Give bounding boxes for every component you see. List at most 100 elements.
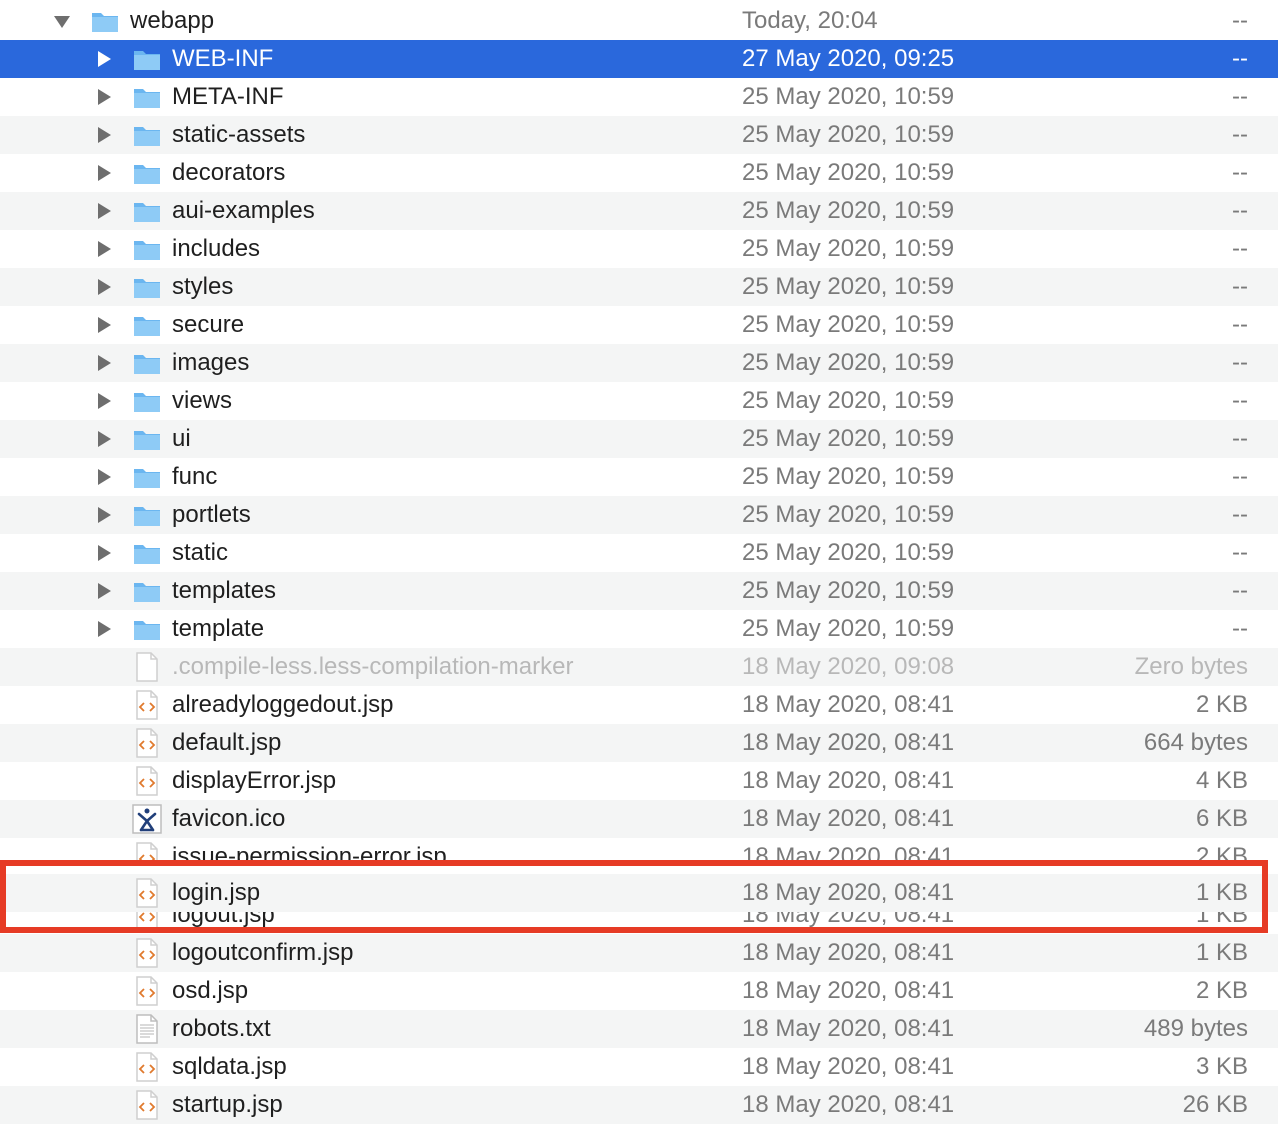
folder-row[interactable]: static 25 May 2020, 10:59 -- — [0, 534, 1278, 572]
folder-row[interactable]: templates 25 May 2020, 10:59 -- — [0, 572, 1278, 610]
date-modified: 25 May 2020, 10:59 — [742, 349, 955, 376]
folder-row[interactable]: images 25 May 2020, 10:59 -- — [0, 344, 1278, 382]
date-modified: 18 May 2020, 08:41 — [742, 1053, 955, 1080]
folder-row[interactable]: secure 25 May 2020, 10:59 -- — [0, 306, 1278, 344]
folder-icon — [132, 614, 162, 644]
disclosure-collapsed-icon[interactable] — [94, 467, 114, 487]
folder-row[interactable]: template 25 May 2020, 10:59 -- — [0, 610, 1278, 648]
file-row[interactable]: alreadyloggedout.jsp 18 May 2020, 08:41 … — [0, 686, 1278, 724]
jsp-file-icon — [134, 690, 164, 720]
file-row[interactable]: default.jsp 18 May 2020, 08:41 664 bytes — [0, 724, 1278, 762]
file-name: alreadyloggedout.jsp — [172, 691, 394, 718]
folder-icon — [132, 348, 162, 378]
disclosure-collapsed-icon[interactable] — [94, 543, 114, 563]
file-name: static — [172, 539, 229, 566]
folder-row[interactable]: WEB-INF 27 May 2020, 09:25 -- — [0, 40, 1278, 78]
file-row[interactable]: displayError.jsp 18 May 2020, 08:41 4 KB — [0, 762, 1278, 800]
date-modified: 25 May 2020, 10:59 — [742, 425, 955, 452]
file-row[interactable]: logout.jsp 18 May 2020, 08:41 1 KB — [0, 912, 1278, 934]
file-row[interactable]: favicon.ico 18 May 2020, 08:41 6 KB — [0, 800, 1278, 838]
file-name: static-assets — [172, 121, 306, 148]
file-row[interactable]: issue-permission-error.jsp 18 May 2020, … — [0, 838, 1278, 860]
disclosure-expanded-icon[interactable] — [52, 11, 72, 31]
folder-icon — [132, 196, 162, 226]
disclosure-collapsed-icon[interactable] — [94, 163, 114, 183]
file-name: includes — [172, 235, 261, 262]
folder-row[interactable]: func 25 May 2020, 10:59 -- — [0, 458, 1278, 496]
jsp-file-icon — [134, 1090, 164, 1120]
text-file-icon — [134, 1014, 164, 1044]
folder-row[interactable]: views 25 May 2020, 10:59 -- — [0, 382, 1278, 420]
date-modified: 18 May 2020, 09:08 — [742, 653, 955, 680]
date-modified: 25 May 2020, 10:59 — [742, 159, 955, 186]
jsp-file-icon — [134, 766, 164, 796]
disclosure-collapsed-icon[interactable] — [94, 353, 114, 373]
file-size: 3 KB — [1195, 1053, 1248, 1080]
disclosure-collapsed-icon[interactable] — [94, 315, 114, 335]
disclosure-collapsed-icon[interactable] — [94, 505, 114, 525]
date-modified: 18 May 2020, 08:41 — [742, 1091, 955, 1118]
disclosure-collapsed-icon[interactable] — [94, 277, 114, 297]
disclosure-collapsed-icon[interactable] — [94, 87, 114, 107]
folder-row[interactable]: portlets 25 May 2020, 10:59 -- — [0, 496, 1278, 534]
folder-icon — [132, 424, 162, 454]
file-size: 2 KB — [1195, 977, 1248, 1004]
file-name: styles — [172, 273, 234, 300]
jsp-file-icon — [134, 938, 164, 968]
folder-row[interactable]: static-assets 25 May 2020, 10:59 -- — [0, 116, 1278, 154]
jsp-file-icon — [134, 842, 164, 860]
folder-row[interactable]: decorators 25 May 2020, 10:59 -- — [0, 154, 1278, 192]
file-list: webapp Today, 20:04 -- WEB-INF 27 May 20… — [0, 2, 1278, 1124]
file-name: .compile-less.less-compilation-marker — [172, 653, 574, 680]
file-size: 664 bytes — [1143, 729, 1248, 756]
parent-folder-row[interactable]: webapp Today, 20:04 -- — [0, 2, 1278, 40]
file-size: -- — [1232, 121, 1248, 148]
file-row[interactable]: robots.txt 18 May 2020, 08:41 489 bytes — [0, 1010, 1278, 1048]
date-modified: 25 May 2020, 10:59 — [742, 539, 955, 566]
file-row[interactable]: .compile-less.less-compilation-marker 18… — [0, 648, 1278, 686]
folder-row[interactable]: includes 25 May 2020, 10:59 -- — [0, 230, 1278, 268]
folder-icon — [132, 272, 162, 302]
file-size: -- — [1232, 501, 1248, 528]
file-row[interactable]: logoutconfirm.jsp 18 May 2020, 08:41 1 K… — [0, 934, 1278, 972]
disclosure-collapsed-icon[interactable] — [94, 581, 114, 601]
file-row-highlighted[interactable]: login.jsp 18 May 2020, 08:41 1 KB — [0, 874, 1278, 912]
folder-row[interactable]: ui 25 May 2020, 10:59 -- — [0, 420, 1278, 458]
file-row[interactable]: sqldata.jsp 18 May 2020, 08:41 3 KB — [0, 1048, 1278, 1086]
date-modified: 18 May 2020, 08:41 — [742, 977, 955, 1004]
file-size: 1 KB — [1195, 879, 1248, 906]
disclosure-collapsed-icon[interactable] — [94, 49, 114, 69]
jsp-file-icon — [134, 878, 164, 908]
highlight-gap — [0, 860, 1278, 874]
file-size: 1 KB — [1195, 939, 1248, 966]
file-name: images — [172, 349, 250, 376]
folder-icon — [90, 6, 120, 36]
date-modified: 25 May 2020, 10:59 — [742, 615, 955, 642]
disclosure-collapsed-icon[interactable] — [94, 239, 114, 259]
disclosure-collapsed-icon[interactable] — [94, 429, 114, 449]
file-size: -- — [1232, 273, 1248, 300]
folder-row[interactable]: aui-examples 25 May 2020, 10:59 -- — [0, 192, 1278, 230]
disclosure-collapsed-icon[interactable] — [94, 125, 114, 145]
favicon-file-icon — [132, 804, 162, 834]
jsp-file-icon — [134, 976, 164, 1006]
file-size: 26 KB — [1182, 1091, 1248, 1118]
jsp-file-icon — [134, 1052, 164, 1082]
date-modified: 25 May 2020, 10:59 — [742, 387, 955, 414]
file-row[interactable]: startup.jsp 18 May 2020, 08:41 26 KB — [0, 1086, 1278, 1124]
file-row[interactable]: osd.jsp 18 May 2020, 08:41 2 KB — [0, 972, 1278, 1010]
folder-icon — [132, 462, 162, 492]
date-modified: 25 May 2020, 10:59 — [742, 121, 955, 148]
blank-file-icon — [134, 652, 164, 682]
file-name: startup.jsp — [172, 1091, 283, 1118]
folder-row[interactable]: styles 25 May 2020, 10:59 -- — [0, 268, 1278, 306]
file-size: -- — [1232, 539, 1248, 566]
folder-row[interactable]: META-INF 25 May 2020, 10:59 -- — [0, 78, 1278, 116]
disclosure-collapsed-icon[interactable] — [94, 619, 114, 639]
folder-icon — [132, 234, 162, 264]
file-name: template — [172, 615, 265, 642]
date-modified: 18 May 2020, 08:41 — [742, 805, 955, 832]
date-modified: 25 May 2020, 10:59 — [742, 273, 955, 300]
disclosure-collapsed-icon[interactable] — [94, 391, 114, 411]
disclosure-collapsed-icon[interactable] — [94, 201, 114, 221]
